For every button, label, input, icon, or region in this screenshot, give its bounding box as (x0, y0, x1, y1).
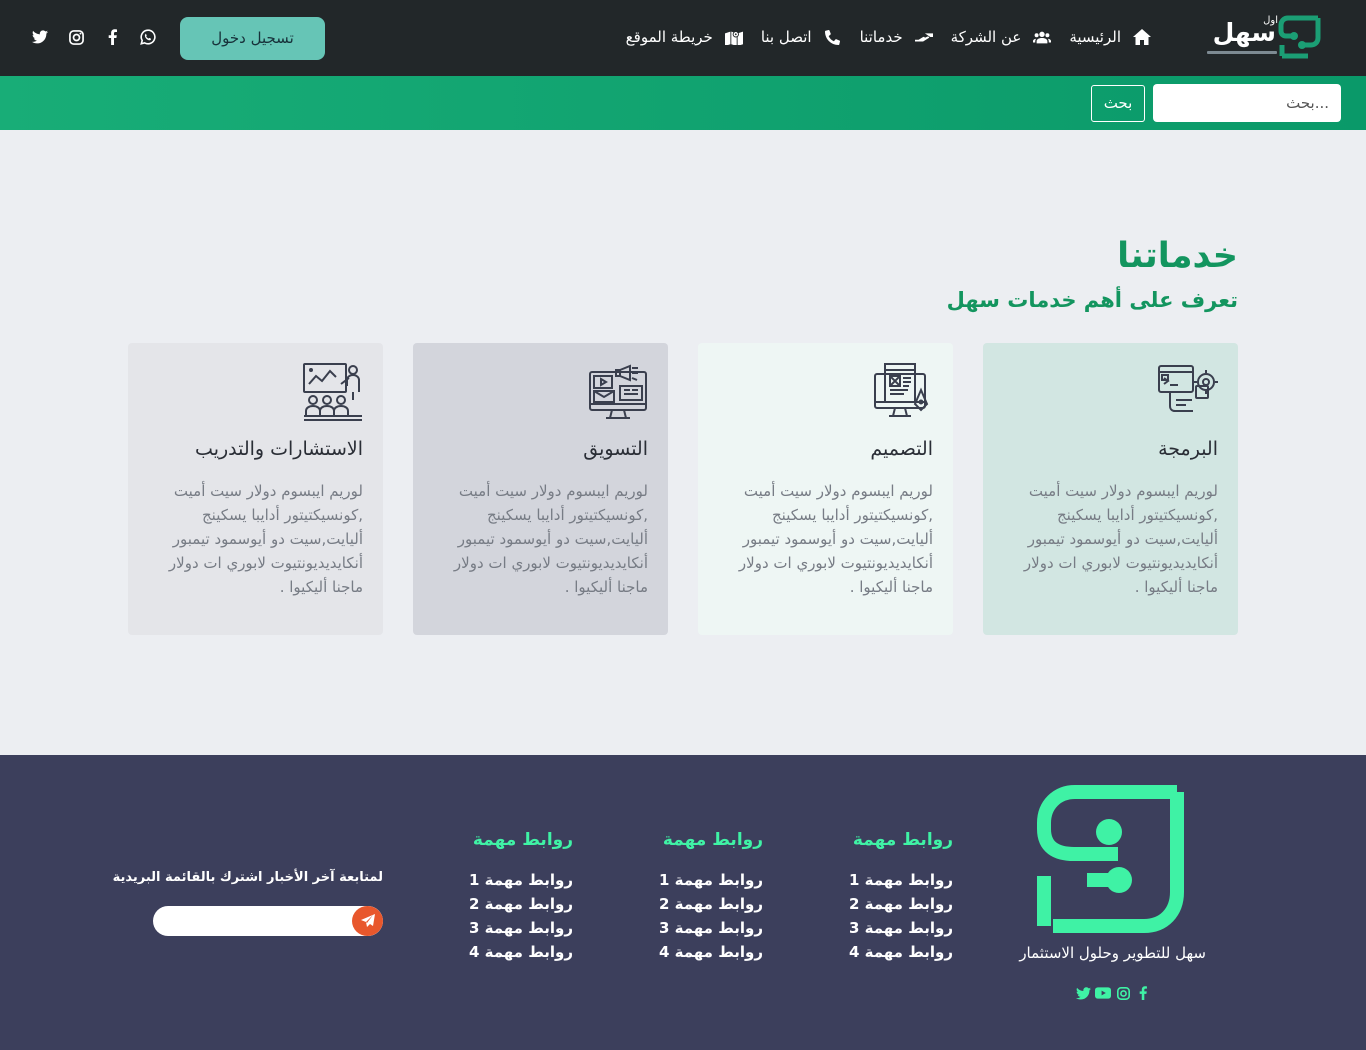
service-card-design[interactable]: التصميم لوريم ايبسوم دولار سيت أميت ,كون… (698, 343, 953, 635)
footer-logo[interactable] (1037, 785, 1185, 933)
footer-links-column: روابط مهمة روابط مهمة 1 روابط مهمة 2 روا… (643, 828, 763, 964)
nav-label-contact: اتصل بنا (760, 28, 812, 46)
nav-label-home: الرئيسية (1069, 28, 1121, 46)
service-card-title: التصميم (870, 438, 933, 460)
footer-link[interactable]: روابط مهمة 4 (453, 940, 573, 964)
service-card-text: لوريم ايبسوم دولار سيت أميت ,كونسيكتيتور… (168, 482, 363, 596)
footer-link[interactable]: روابط مهمة 2 (833, 892, 953, 916)
phone-icon (824, 29, 842, 45)
top-navbar: تسجيل دخول الرئيسية عن الشركة خدماتنا ات… (0, 0, 1366, 76)
footer-link[interactable]: روابط مهمة 3 (453, 916, 573, 940)
users-icon (1033, 29, 1052, 45)
newsletter-send-button[interactable] (352, 906, 383, 936)
marketing-icon (589, 364, 647, 419)
service-card-text: لوريم ايبسوم دولار سيت أميت ,كونسيكتيتور… (1023, 482, 1218, 596)
whatsapp-icon[interactable] (140, 28, 156, 46)
brand-logo-mark (1278, 15, 1321, 59)
footer-social-links (1075, 985, 1151, 1001)
service-card-programming[interactable]: البرمجة لوريم ايبسوم دولار سيت أميت ,كون… (983, 343, 1238, 635)
instagram-icon[interactable] (68, 28, 84, 46)
services-subtitle: تعرف على أهم خدمات سهل (946, 288, 1238, 312)
facebook-icon[interactable] (104, 28, 120, 46)
footer-links-column: روابط مهمة روابط مهمة 1 روابط مهمة 2 روا… (833, 828, 953, 964)
instagram-icon[interactable] (1115, 985, 1131, 1001)
brand-logo[interactable]: سهل اول (1207, 15, 1322, 61)
search-bar: بحث (0, 76, 1366, 130)
footer-links-column: روابط مهمة روابط مهمة 1 روابط مهمة 2 روا… (453, 828, 573, 964)
footer-column-title: روابط مهمة (662, 830, 763, 850)
map-icon (724, 29, 743, 45)
facebook-icon[interactable] (1135, 985, 1151, 1001)
brand-small-text: اول (1263, 15, 1278, 26)
service-card-text: لوريم ايبسوم دولار سيت أميت ,كونسيكتيتور… (738, 482, 933, 596)
training-icon (303, 363, 362, 421)
nav-item-sitemap[interactable]: خريطة الموقع (626, 28, 743, 46)
nav-item-home[interactable]: الرئيسية (1069, 28, 1151, 46)
services-title: خدماتنا (1117, 236, 1238, 276)
footer-link[interactable]: روابط مهمة 4 (833, 940, 953, 964)
youtube-icon[interactable] (1095, 985, 1111, 1001)
newsletter-label: لمتابعة آخر الأخبار اشترك بالقائمة البري… (112, 870, 383, 885)
hand-icon (914, 29, 933, 45)
service-card-title: البرمجة (1158, 438, 1218, 460)
footer-link[interactable]: روابط مهمة 3 (643, 916, 763, 940)
nav-label-about: عن الشركة (950, 28, 1022, 46)
search-input[interactable] (1153, 84, 1341, 122)
service-card-text: لوريم ايبسوم دولار سيت أميت ,كونسيكتيتور… (453, 482, 648, 596)
brand-tagline-line (1207, 51, 1277, 54)
twitter-icon[interactable] (1075, 985, 1091, 1001)
main-nav: الرئيسية عن الشركة خدماتنا اتصل بنا خريط… (626, 28, 1151, 46)
footer-link[interactable]: روابط مهمة 4 (643, 940, 763, 964)
nav-label-sitemap: خريطة الموقع (625, 28, 713, 46)
footer-link[interactable]: روابط مهمة 2 (453, 892, 573, 916)
newsletter-email-input[interactable] (153, 906, 383, 936)
nav-item-about[interactable]: عن الشركة (951, 28, 1052, 46)
paper-plane-icon (360, 914, 375, 927)
service-card-training[interactable]: الاستشارات والتدريب لوريم ايبسوم دولار س… (128, 343, 383, 635)
twitter-icon[interactable] (32, 28, 48, 46)
nav-label-services: خدماتنا (859, 28, 903, 46)
home-icon (1133, 29, 1151, 45)
programming-icon (1158, 365, 1218, 412)
footer-link[interactable]: روابط مهمة 1 (833, 868, 953, 892)
footer-link[interactable]: روابط مهمة 1 (643, 868, 763, 892)
service-card-title: التسويق (583, 438, 648, 460)
footer-column-title: روابط مهمة (852, 830, 953, 850)
design-icon (874, 363, 929, 417)
nav-item-services[interactable]: خدماتنا (860, 28, 933, 46)
header-social-links (32, 28, 156, 46)
footer-link[interactable]: روابط مهمة 2 (643, 892, 763, 916)
service-card-marketing[interactable]: التسويق لوريم ايبسوم دولار سيت أميت ,كون… (413, 343, 668, 635)
footer-link[interactable]: روابط مهمة 3 (833, 916, 953, 940)
search-button[interactable]: بحث (1091, 85, 1145, 122)
service-card-title: الاستشارات والتدريب (195, 438, 363, 460)
nav-item-contact[interactable]: اتصل بنا (761, 28, 842, 46)
footer-company-name: سهل للتطوير وحلول الاستثمار (1019, 944, 1206, 962)
footer-link[interactable]: روابط مهمة 1 (453, 868, 573, 892)
login-button[interactable]: تسجيل دخول (180, 17, 325, 60)
footer-column-title: روابط مهمة (472, 830, 573, 850)
